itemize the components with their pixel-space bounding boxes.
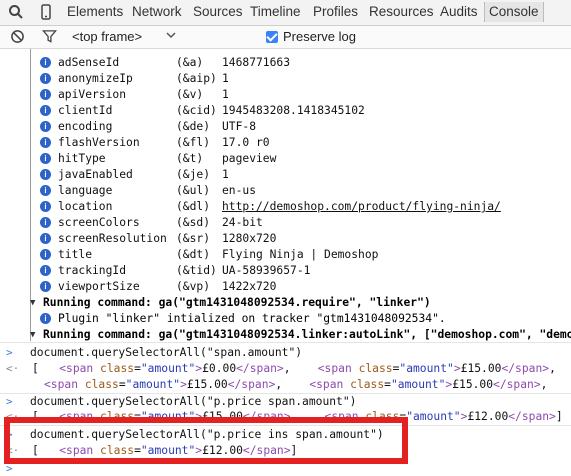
info-icon: i xyxy=(40,233,51,244)
field-value: 1 xyxy=(222,168,229,181)
field-value: pageview xyxy=(222,152,277,165)
field-key: javaEnabled xyxy=(58,168,133,181)
info-icon: i xyxy=(40,265,51,276)
field-abbr: (&sd) xyxy=(176,216,211,229)
field-abbr: (&a) xyxy=(176,56,204,69)
console-output: i adSenseId (&a) 1468771663 i anonymizeIp (&ai… xyxy=(0,49,571,476)
info-icon: i xyxy=(40,89,51,100)
field-key: screenColors xyxy=(58,216,140,229)
field-key: language xyxy=(58,184,113,197)
field-key: flashVersion xyxy=(58,136,140,149)
info-icon: i xyxy=(40,105,51,116)
field-key: encoding xyxy=(58,120,113,133)
field-abbr: (&aip) xyxy=(176,72,217,85)
info-icon: i xyxy=(40,249,51,260)
preserve-log-label: Preserve log xyxy=(283,29,356,44)
field-abbr: (&fl) xyxy=(176,136,211,149)
devtools-toolbar: Elements Network Sources Timeline Profil… xyxy=(0,0,571,26)
tab-audits[interactable]: Audits xyxy=(440,4,478,19)
field-key: adSenseId xyxy=(58,56,120,69)
inspect-search-icon[interactable] xyxy=(8,4,24,20)
info-icon: i xyxy=(40,169,51,180)
field-value: 17.0 r0 xyxy=(222,136,270,149)
prompt-caret-icon: > xyxy=(6,395,13,408)
field-value: 1280x720 xyxy=(222,232,277,245)
tab-resources[interactable]: Resources xyxy=(369,4,434,19)
device-mode-icon[interactable] xyxy=(38,4,54,20)
tab-elements[interactable]: Elements xyxy=(67,4,123,19)
field-abbr: (&vp) xyxy=(176,280,211,293)
tab-sources[interactable]: Sources xyxy=(193,4,243,19)
field-abbr: (&t) xyxy=(176,152,204,165)
field-abbr: (&ul) xyxy=(176,184,211,197)
field-abbr: (&dt) xyxy=(176,248,211,261)
info-icon: i xyxy=(40,57,51,68)
field-value: UTF-8 xyxy=(222,120,257,133)
console-filter-bar: <top frame> Preserve log xyxy=(0,26,571,49)
field-value: 1 xyxy=(222,72,229,85)
field-value: 1 xyxy=(222,88,229,101)
tab-network[interactable]: Network xyxy=(132,4,182,19)
preserve-log-checkbox[interactable] xyxy=(266,31,278,43)
tab-timeline[interactable]: Timeline xyxy=(250,4,301,19)
field-value: en-us xyxy=(222,184,257,197)
frame-select[interactable]: <top frame> xyxy=(72,29,142,44)
field-key: clientId xyxy=(58,104,113,117)
field-abbr: (&dl) xyxy=(176,200,211,213)
field-abbr: (&je) xyxy=(176,168,211,181)
field-value: 1422x720 xyxy=(222,280,277,293)
chevron-down-icon[interactable] xyxy=(165,28,177,45)
field-key: apiVersion xyxy=(58,88,127,101)
info-icon: i xyxy=(40,121,51,132)
field-key: viewportSize xyxy=(58,280,140,293)
field-abbr: (&sr) xyxy=(176,232,211,245)
tab-console[interactable]: Console xyxy=(484,2,544,22)
field-abbr: (&v) xyxy=(176,88,204,101)
filter-icon[interactable] xyxy=(42,29,58,45)
field-abbr: (&tid) xyxy=(176,264,217,277)
info-icon: i xyxy=(40,217,51,228)
tab-profiles[interactable]: Profiles xyxy=(313,4,358,19)
expand-triangle-icon[interactable]: ▼ xyxy=(30,327,35,343)
info-icon: i xyxy=(40,313,51,324)
field-key: screenResolution xyxy=(58,232,167,245)
field-key: trackingId xyxy=(58,264,127,277)
field-value: UA-58939657-1 xyxy=(222,264,311,277)
info-icon: i xyxy=(40,201,51,212)
field-key: title xyxy=(58,248,93,261)
red-highlight-box xyxy=(4,417,408,464)
info-icon: i xyxy=(40,281,51,292)
info-icon: i xyxy=(40,153,51,164)
field-key: anonymizeIp xyxy=(58,72,133,85)
divider xyxy=(0,342,571,343)
field-abbr: (&cid) xyxy=(176,104,217,117)
clear-console-icon[interactable] xyxy=(10,29,26,45)
field-key: hitType xyxy=(58,152,106,165)
info-icon: i xyxy=(40,73,51,84)
prompt-caret-icon: > xyxy=(6,346,13,359)
field-value: 1945483208.1418345102 xyxy=(222,104,365,117)
field-value[interactable]: http://demoshop.com/product/flying-ninja… xyxy=(222,199,501,215)
expand-triangle-icon[interactable]: ▼ xyxy=(30,295,35,311)
field-value: 24-bit xyxy=(222,216,263,229)
info-icon: i xyxy=(40,137,51,148)
info-icon: i xyxy=(40,185,51,196)
field-key: location xyxy=(58,200,113,213)
field-value: 1468771663 xyxy=(222,56,291,69)
field-abbr: (&de) xyxy=(176,120,211,133)
result-arrow-icon: <· xyxy=(6,362,20,375)
field-value: Flying Ninja | Demoshop xyxy=(222,248,379,261)
